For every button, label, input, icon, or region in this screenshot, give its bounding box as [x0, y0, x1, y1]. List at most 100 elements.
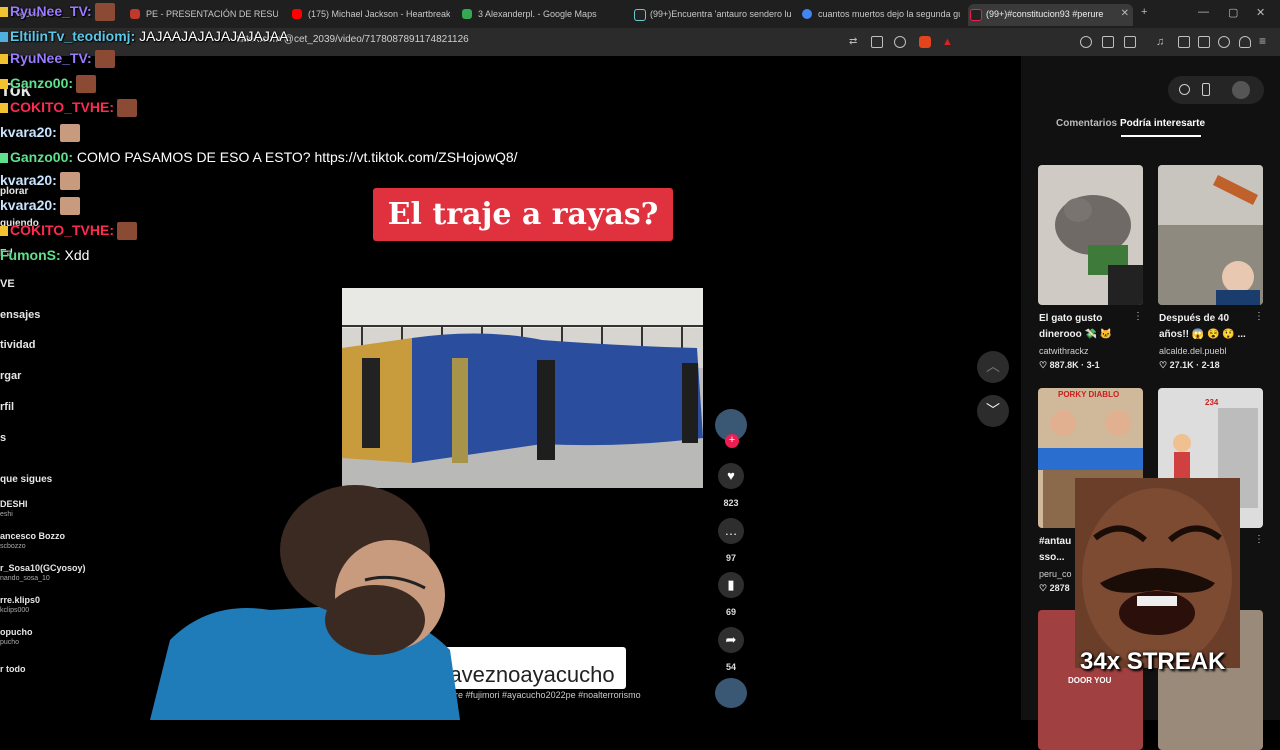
- thumb-overlay-text: 234: [1205, 398, 1219, 407]
- card-username[interactable]: peru_co: [1039, 569, 1072, 579]
- nav-messages[interactable]: ensajes: [0, 309, 40, 321]
- maximize-icon[interactable]: ▢: [1228, 6, 1238, 19]
- previous-video-button[interactable]: ︿: [977, 351, 1009, 383]
- more-options-icon[interactable]: ⋮: [1254, 534, 1264, 545]
- webcam-overlay: [150, 480, 460, 720]
- chat-username: FumonS:: [0, 247, 61, 263]
- tab-presentacion[interactable]: PE - PRESENTACIÓN DE RESULTA: [128, 4, 278, 26]
- media-icon[interactable]: ♫: [1156, 36, 1168, 48]
- sub-badge-icon: [0, 103, 8, 114]
- streamer-webcam: [150, 485, 460, 720]
- card-title[interactable]: #antau sso...: [1039, 534, 1075, 566]
- menu-icon[interactable]: ≡: [1259, 35, 1271, 48]
- emote-icon: [116, 99, 137, 118]
- following-account-name[interactable]: rre.klips0: [0, 595, 40, 605]
- emote-icon: [94, 3, 115, 22]
- following-account-handle: scbozzo: [0, 543, 26, 550]
- profile-icon[interactable]: [1198, 36, 1210, 48]
- chat-message: Ganzo00: COMO PASAMOS DE ESO A ESTO? htt…: [0, 149, 518, 165]
- following-account-name[interactable]: opucho: [0, 627, 33, 637]
- wallet-icon[interactable]: [1124, 36, 1136, 48]
- puzzle-icon[interactable]: [1102, 36, 1114, 48]
- share-arrow-icon[interactable]: ➦: [718, 627, 744, 653]
- following-account-name[interactable]: r_Sosa10(GCyosoy): [0, 563, 86, 573]
- next-video-button[interactable]: ﹀: [977, 395, 1009, 427]
- tab-you-may-like[interactable]: Podría interesarte: [1120, 118, 1205, 129]
- follow-plus-icon[interactable]: +: [725, 434, 739, 448]
- comment-count: 97: [725, 553, 736, 563]
- chat-message: EltilinTv_teodiomj: JAJAAJAJAJAJAJAJAA: [0, 28, 289, 44]
- card-title[interactable]: Después de 40 años!! 😱 😵 😲 ...: [1159, 311, 1259, 343]
- card-title[interactable]: El gato gusto dinerooo 💸 🐱: [1039, 311, 1139, 343]
- card-stats: ♡ 27.1K · 2-18: [1159, 360, 1220, 370]
- vpn-shield-icon[interactable]: [1239, 36, 1251, 48]
- cat-thumbnail: [1055, 195, 1143, 305]
- video-thumbnail[interactable]: [1038, 165, 1143, 305]
- chat-message: kvara20:: [0, 124, 80, 143]
- following-account-handle: eshi: [0, 511, 13, 518]
- brave-shield-icon[interactable]: [919, 36, 931, 48]
- tab-label: (99+)Encuentra 'antauro sendero lu: [650, 9, 792, 19]
- chat-message: kvara20:: [0, 172, 80, 191]
- chat-message: Ganzo00:: [0, 75, 97, 94]
- video-thumbnail[interactable]: [1158, 165, 1263, 305]
- video-player[interactable]: [342, 288, 703, 488]
- user-avatar[interactable]: [1232, 81, 1250, 99]
- streak-counter: 34x STREAK: [1080, 648, 1226, 675]
- compass-icon[interactable]: [1179, 84, 1190, 95]
- nav-profile[interactable]: rfil: [0, 401, 14, 413]
- sub-badge-icon: [0, 32, 8, 43]
- leo-icon[interactable]: [1218, 36, 1230, 48]
- tab-label: 3 Alexanderpl. - Google Maps: [478, 9, 597, 19]
- tab-tiktok-search[interactable]: (99+)Encuentra 'antauro sendero lu: [632, 4, 792, 26]
- nav-upload[interactable]: rgar: [0, 370, 21, 382]
- browser-tab-bar: lección PE - PRESENTACIÓN DE RESULTA (17…: [0, 0, 1280, 28]
- nav-activity[interactable]: tividad: [0, 339, 35, 351]
- tab-google-maps[interactable]: 3 Alexanderpl. - Google Maps: [460, 4, 620, 26]
- see-all-link[interactable]: r todo: [0, 664, 26, 674]
- chat-username: RyuNee_TV:: [10, 50, 92, 66]
- emote-icon: [59, 172, 80, 191]
- nav-live[interactable]: VE: [0, 278, 15, 290]
- extension-icon[interactable]: [1080, 36, 1092, 48]
- tab-youtube[interactable]: (175) Michael Jackson - Heartbreak: [290, 4, 450, 26]
- following-account-name[interactable]: ancesco Bozzo: [0, 531, 65, 541]
- chat-text: Xdd: [64, 247, 90, 263]
- card-username[interactable]: catwithrackz: [1039, 346, 1089, 356]
- new-tab-icon[interactable]: +: [1141, 6, 1147, 18]
- chat-username: Ganzo00:: [10, 149, 74, 165]
- sidebar-icon[interactable]: [1178, 36, 1190, 48]
- chat-message: kvara20:: [0, 197, 80, 216]
- close-tab-icon[interactable]: ✕: [1121, 4, 1129, 24]
- following-account-name[interactable]: DESHI: [0, 499, 28, 509]
- minimize-icon[interactable]: —: [1198, 6, 1209, 18]
- card-stats-text: 2878: [1049, 583, 1070, 593]
- more-options-icon[interactable]: ⋮: [1254, 311, 1264, 322]
- video-frame: [342, 288, 703, 488]
- share-icon[interactable]: [894, 36, 906, 48]
- following-heading: que sigues: [0, 474, 53, 485]
- brave-rewards-icon[interactable]: ▲: [942, 36, 954, 48]
- tab-label: (175) Michael Jackson - Heartbreak: [308, 9, 450, 19]
- mobile-icon[interactable]: [1202, 83, 1210, 96]
- chat-username: kvara20:: [0, 172, 57, 188]
- close-window-icon[interactable]: ✕: [1256, 6, 1265, 19]
- bookmark-icon[interactable]: ▮: [718, 572, 744, 598]
- like-icon[interactable]: ♥: [718, 463, 744, 489]
- tab-label: cuantos muertos dejo la segunda gu: [818, 9, 960, 19]
- music-disc-icon[interactable]: [715, 678, 747, 708]
- screen-icon[interactable]: [871, 36, 883, 48]
- emote-icon: [59, 197, 80, 216]
- more-options-icon[interactable]: ⋮: [1133, 311, 1143, 322]
- card-stats-text: 27.1K · 2-18: [1169, 360, 1220, 370]
- video-caption[interactable]: #perure #fujimori #ayacucho2022pe #noalt…: [432, 690, 641, 700]
- card-stats-text: 887.8K · 3-1: [1049, 360, 1100, 370]
- tab-google-search[interactable]: cuantos muertos dejo la segunda gu: [800, 4, 960, 26]
- card-username[interactable]: alcalde.del.puebl: [1159, 346, 1227, 356]
- nav-more[interactable]: s: [0, 432, 6, 444]
- active-tab-indicator: [1121, 135, 1201, 137]
- comment-icon[interactable]: …: [718, 518, 744, 544]
- translate-icon[interactable]: ⇄: [849, 36, 861, 48]
- tab-comments[interactable]: Comentarios: [1056, 118, 1117, 129]
- tab-active-tiktok[interactable]: (99+)#constitucion93 #perure ✕: [968, 4, 1133, 26]
